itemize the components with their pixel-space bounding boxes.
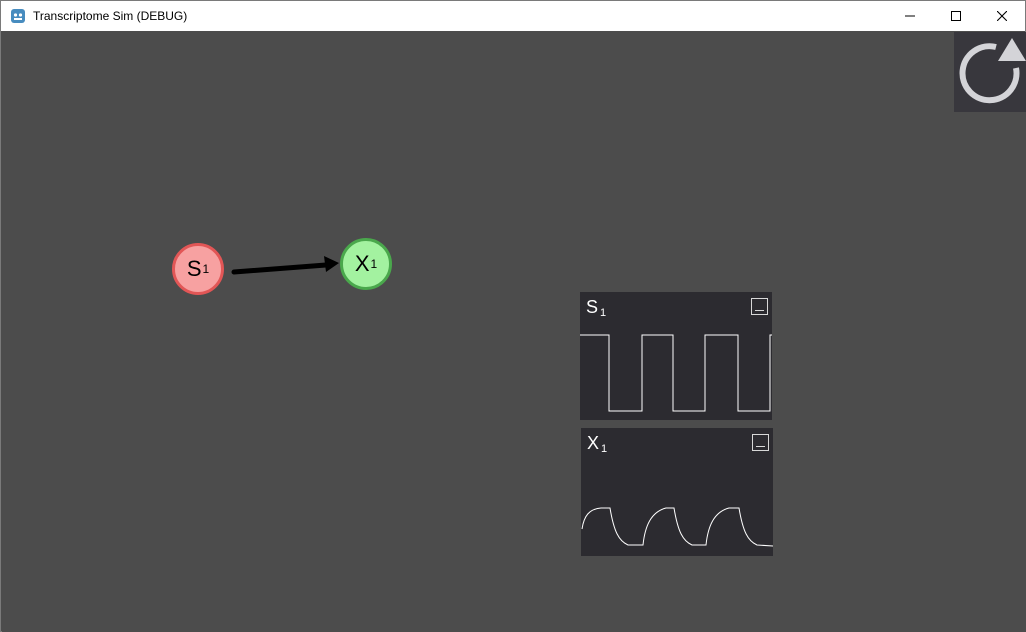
godot-app-icon xyxy=(11,9,25,23)
plot-x1-title: X1 xyxy=(587,433,607,455)
close-button[interactable] xyxy=(979,1,1025,31)
reset-icon xyxy=(959,38,1026,104)
plot-s1-label: S xyxy=(586,297,599,317)
edge-arrow-s1-x1 xyxy=(231,256,339,275)
plot-panel-s1: S1 xyxy=(580,292,772,420)
plot-x1-label: X xyxy=(587,433,600,453)
maximize-button[interactable] xyxy=(933,1,979,31)
reset-button[interactable] xyxy=(954,32,1026,112)
plot-x1-subscript: 1 xyxy=(601,443,608,455)
plot-s1-minimize-button[interactable] xyxy=(751,298,768,315)
plot-x1-minimize-button[interactable] xyxy=(752,434,769,451)
plot-panel-x1: X1 xyxy=(581,428,773,556)
app-window: Transcriptome Sim (DEBUG) S1 X1 S 1 X 1 xyxy=(0,0,1026,632)
node-x1[interactable]: X1 xyxy=(340,238,392,290)
simulation-canvas[interactable]: S1 X1 S1 X1 xyxy=(2,32,1026,632)
node-s1-label: S xyxy=(186,256,202,281)
node-x1-label: X xyxy=(354,251,370,276)
maximize-icon xyxy=(951,11,961,21)
node-x1-subscript: 1 xyxy=(370,257,378,271)
plot-s1-title: S1 xyxy=(586,297,606,319)
plot-s1-trace xyxy=(580,334,772,412)
close-icon xyxy=(997,11,1007,21)
title-bar[interactable]: Transcriptome Sim (DEBUG) xyxy=(1,1,1025,31)
plot-x1-trace xyxy=(581,507,773,547)
node-s1[interactable]: S1 xyxy=(172,243,224,295)
minimize-icon xyxy=(905,15,915,17)
minimize-button[interactable] xyxy=(887,1,933,31)
window-title: Transcriptome Sim (DEBUG) xyxy=(33,9,188,23)
node-s1-subscript: 1 xyxy=(202,262,210,276)
plot-s1-subscript: 1 xyxy=(600,307,607,319)
